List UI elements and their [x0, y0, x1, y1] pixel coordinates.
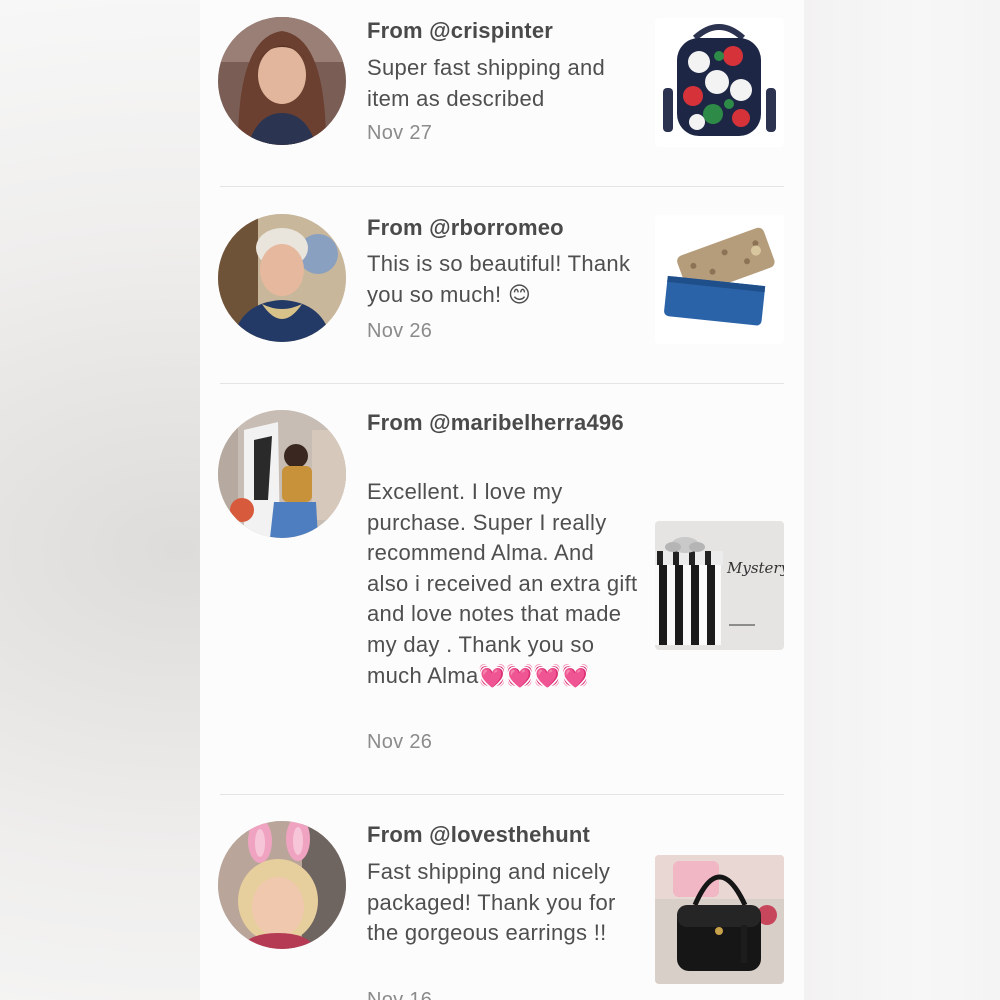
reviewer-avatar-rborromeo[interactable]	[218, 214, 346, 342]
review-item: From @rborromeo This is so beautiful! Th…	[218, 187, 784, 383]
review-date: Nov 27	[367, 122, 433, 144]
reviewer-avatar-maribelherra496[interactable]	[218, 410, 346, 538]
review-date: Nov 16	[367, 989, 433, 1000]
review-text: Fast shipping and nicely packaged! Thank…	[367, 859, 616, 946]
reviewer-avatar-lovesthehunt[interactable]	[218, 821, 346, 949]
floral-backpack-icon	[655, 18, 784, 147]
reviewer-handle[interactable]: From @rborromeo	[367, 213, 637, 243]
product-thumbnail-mystery-box[interactable]: Mystery Suspenders	[655, 521, 784, 650]
product-thumbnail-handbag[interactable]	[655, 855, 784, 984]
reviewer-handle[interactable]: From @maribelherra496	[367, 408, 637, 438]
review-date: Nov 26	[367, 731, 433, 753]
mystery-gift-box-icon: Mystery Suspenders	[655, 521, 784, 650]
review-date: Nov 26	[367, 320, 433, 342]
couple-photo-avatar-icon	[218, 410, 346, 538]
review-item: From @lovesthehunt Fast shipping and nic…	[218, 795, 784, 1000]
wallet-pair-icon	[655, 215, 784, 344]
reviewer-handle[interactable]: From @lovesthehunt	[367, 820, 637, 850]
review-item: From @maribelherra496 Excellent. I love …	[218, 384, 784, 794]
older-woman-avatar-icon	[218, 214, 346, 342]
product-thumbnail-backpack[interactable]	[655, 18, 784, 147]
black-handbag-icon	[655, 855, 784, 984]
mystery-box-label: Mystery Suspenders	[726, 559, 784, 577]
woman-brown-hair-avatar-icon	[218, 17, 346, 145]
reviews-panel[interactable]: From @crispinter Super fast shipping and…	[200, 0, 804, 1000]
bunny-ears-avatar-icon	[218, 821, 346, 949]
reviewer-handle[interactable]: From @crispinter	[367, 16, 637, 46]
reviewer-avatar-crispinter[interactable]	[218, 17, 346, 145]
review-item: From @crispinter Super fast shipping and…	[218, 0, 784, 186]
review-text: Excellent. I love my purchase. Super I r…	[367, 479, 638, 688]
review-text: Super fast shipping and item as describe…	[367, 55, 606, 111]
background-right	[800, 0, 1000, 1000]
product-thumbnail-wallet[interactable]	[655, 215, 784, 344]
review-text: This is so beautiful! Thank you so much!…	[367, 251, 631, 307]
